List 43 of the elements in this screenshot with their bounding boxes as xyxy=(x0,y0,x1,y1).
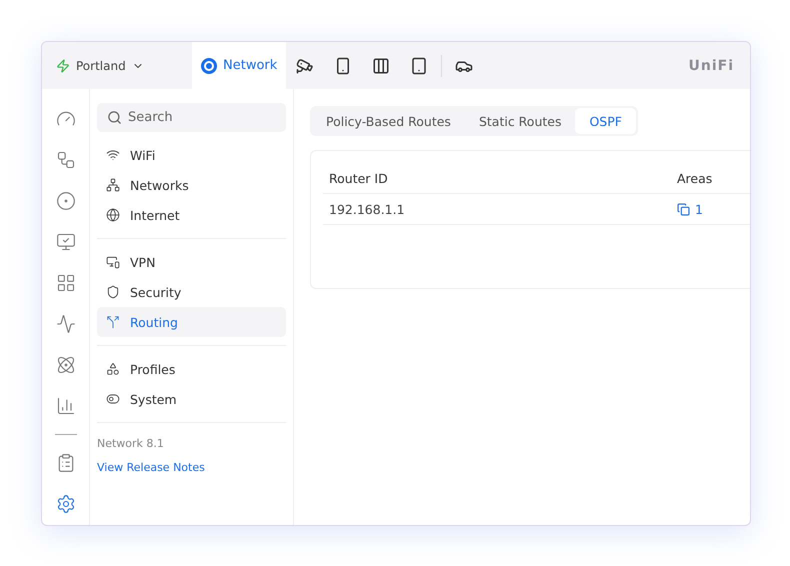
sidebar-item[interactable]: VPN xyxy=(97,247,286,277)
version-text: Network 8.1 xyxy=(97,437,165,450)
wave-icon xyxy=(56,314,76,334)
search-icon xyxy=(107,110,122,125)
column-header: Router ID xyxy=(329,170,389,186)
brand-logo: UniFi xyxy=(688,58,734,74)
sidebar-item[interactable]: WiFi xyxy=(97,140,286,170)
chart-icon xyxy=(56,396,76,416)
tab[interactable]: Policy-Based Routes xyxy=(312,108,465,134)
topology-icon xyxy=(56,150,76,170)
sidebar-item[interactable]: Security xyxy=(97,277,286,307)
sidebar-item[interactable]: Routing xyxy=(97,307,286,337)
release-notes-link[interactable]: View Release Notes xyxy=(97,461,286,474)
grid-icon xyxy=(56,273,76,293)
monitor-icon xyxy=(106,255,120,269)
split-icon xyxy=(106,315,120,329)
sidebar-item[interactable]: Networks xyxy=(97,170,286,200)
shapes-icon xyxy=(106,362,120,376)
tab[interactable]: OSPF xyxy=(575,108,636,134)
network-icon xyxy=(106,178,120,192)
toggle-icon xyxy=(106,392,120,406)
target-icon xyxy=(56,191,76,211)
camera-icon xyxy=(296,56,314,74)
app-tab[interactable]: Network xyxy=(192,42,286,89)
devices-icon xyxy=(56,232,76,252)
network-app-icon xyxy=(201,58,217,74)
search-field[interactable]: Search xyxy=(97,103,286,132)
tablet-icon xyxy=(410,56,428,74)
sidebar-item[interactable]: Internet xyxy=(97,200,286,230)
bolt-icon xyxy=(56,58,70,72)
panels-icon xyxy=(372,56,390,74)
column-header: Areas xyxy=(677,170,714,186)
atom-icon xyxy=(56,355,76,375)
table-cell-text: 192.168.1.1 xyxy=(329,202,406,216)
settings-icon xyxy=(56,494,76,514)
tab[interactable]: Static Routes xyxy=(464,108,576,134)
shield-icon xyxy=(106,285,120,299)
areas-link[interactable]: 1 xyxy=(677,202,750,216)
copy-icon xyxy=(677,202,690,216)
sidebar-item[interactable]: System xyxy=(97,384,286,414)
globe-icon xyxy=(106,208,120,222)
sidebar-item[interactable]: Profiles xyxy=(97,354,286,384)
site-selector[interactable]: Portland xyxy=(42,42,192,89)
